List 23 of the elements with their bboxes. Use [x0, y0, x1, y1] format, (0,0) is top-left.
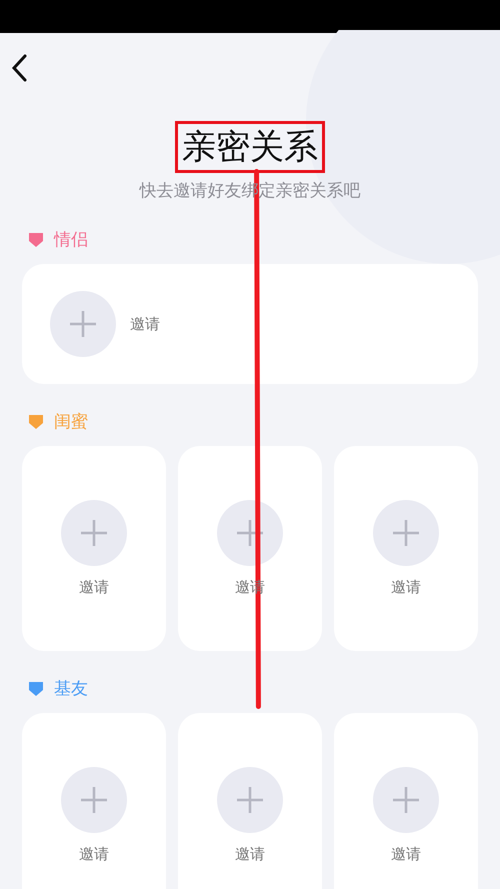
invite-card[interactable]: 邀请	[334, 713, 478, 889]
invite-card[interactable]: 邀请	[178, 713, 322, 889]
add-icon[interactable]	[61, 500, 127, 566]
invite-label: 邀请	[391, 578, 421, 597]
add-icon[interactable]	[61, 767, 127, 833]
invite-label: 邀请	[79, 578, 109, 597]
page-title: 亲密关系	[175, 121, 325, 173]
invite-label: 邀请	[391, 845, 421, 864]
invite-label: 邀请	[235, 845, 265, 864]
add-icon[interactable]	[50, 291, 116, 357]
add-icon[interactable]	[373, 767, 439, 833]
section-title: 基友	[54, 678, 88, 700]
invite-card[interactable]: 邀请	[22, 446, 166, 651]
section-title: 闺蜜	[54, 410, 88, 432]
invite-card[interactable]: 邀请	[334, 446, 478, 651]
invite-card[interactable]: 邀请	[22, 264, 478, 384]
add-icon[interactable]	[217, 767, 283, 833]
invite-card[interactable]: 邀请	[22, 713, 166, 889]
section-title: 情侣	[54, 228, 88, 250]
add-icon[interactable]	[217, 500, 283, 566]
invite-label: 邀请	[130, 314, 160, 334]
invite-label: 邀请	[79, 845, 109, 864]
add-icon[interactable]	[373, 500, 439, 566]
